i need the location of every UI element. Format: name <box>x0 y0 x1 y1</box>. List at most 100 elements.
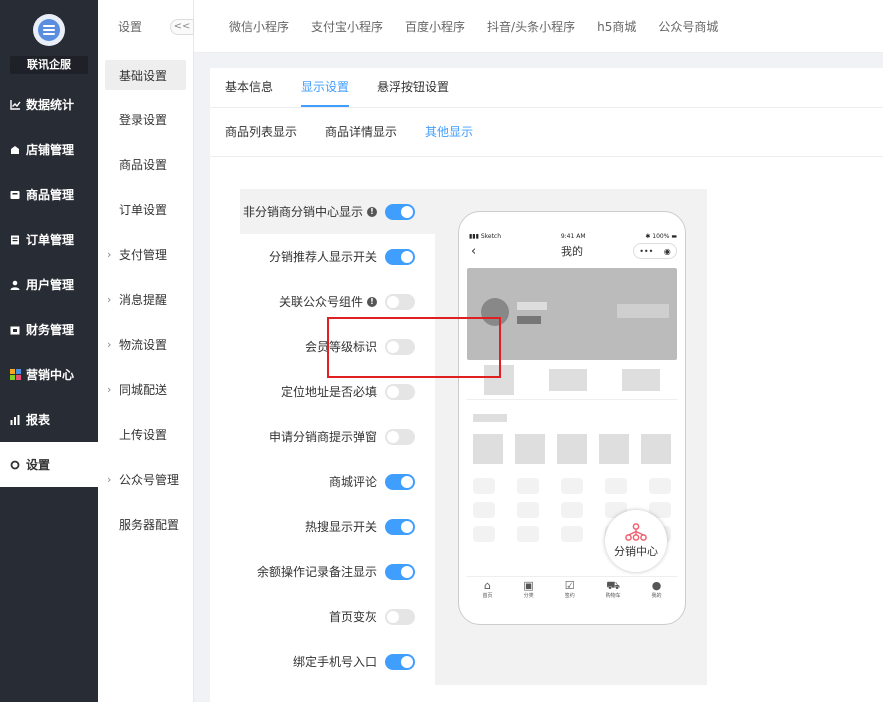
nav-item-reports[interactable]: 报表 <box>0 397 98 442</box>
toggle-switch[interactable] <box>385 383 415 400</box>
subnav-item-messages[interactable]: › 消息提醒 <box>98 277 193 322</box>
nav-item-users[interactable]: 用户管理 <box>0 262 98 307</box>
nav-label: 营销中心 <box>26 368 75 382</box>
tab-alipay-miniprogram[interactable]: 支付宝小程序 <box>311 18 383 35</box>
main-panel: 基本信息 显示设置 悬浮按钮设置 商品列表显示 商品详情显示 其他显示 非分销商… <box>210 68 883 702</box>
toggle-switch[interactable] <box>385 248 415 265</box>
setting-row: 热搜显示开关 <box>240 504 435 549</box>
phone-header: ‹ 我的 ••• ◉ <box>459 240 685 262</box>
toggle-switch[interactable] <box>385 653 415 670</box>
tabbar-cart[interactable]: ⛟ 购物车 <box>606 577 621 606</box>
goods-icon <box>9 189 21 201</box>
subnav-item-official-account[interactable]: › 公众号管理 <box>98 457 193 502</box>
tabbar-sign[interactable]: ☑ 签约 <box>565 577 575 606</box>
nav-item-orders[interactable]: 订单管理 <box>0 217 98 262</box>
placeholder-block <box>473 434 503 464</box>
setting-row: 商城评论 <box>240 459 435 504</box>
checkbox-icon: ☑ <box>564 579 575 592</box>
subnav-label: 物流设置 <box>119 338 168 352</box>
nav-label: 设置 <box>26 458 51 472</box>
distribution-center-float-button[interactable]: 分销中心 <box>605 510 667 572</box>
info-icon[interactable]: ! <box>367 296 377 307</box>
tab-douyin-miniprogram[interactable]: 抖音/头条小程序 <box>487 18 575 35</box>
nav-label: 店铺管理 <box>26 143 75 157</box>
subnav-header: 设置 << <box>98 0 194 52</box>
subnav-label: 上传设置 <box>119 428 168 442</box>
subnav-item-orders[interactable]: 订单设置 <box>98 187 193 232</box>
subnav-label: 公众号管理 <box>119 473 180 487</box>
placeholder-dot <box>517 478 539 494</box>
tab-baidu-miniprogram[interactable]: 百度小程序 <box>405 18 465 35</box>
nav-item-goods[interactable]: 商品管理 <box>0 172 98 217</box>
placeholder-dot <box>605 478 627 494</box>
tab-float-button-settings[interactable]: 悬浮按钮设置 <box>377 67 449 107</box>
setting-row: 余额操作记录备注显示 <box>240 549 435 594</box>
toggle-switch[interactable] <box>385 608 415 625</box>
setting-label: 热搜显示开关 <box>304 520 377 534</box>
tab-basic-info[interactable]: 基本信息 <box>225 67 273 107</box>
target-icon: ◉ <box>663 246 671 256</box>
platform-tabs: 微信小程序 支付宝小程序 百度小程序 抖音/头条小程序 h5商城 公众号商城 <box>194 0 883 53</box>
tab-display-settings[interactable]: 显示设置 <box>301 67 350 107</box>
setting-label: 申请分销商提示弹窗 <box>268 430 377 444</box>
nav-item-store[interactable]: 店铺管理 <box>0 127 98 172</box>
category-icon: ▣ <box>523 579 534 592</box>
nav-item-data-stats[interactable]: 数据统计 <box>0 82 98 127</box>
toggle-switch[interactable] <box>385 293 415 310</box>
user-icon <box>9 279 21 291</box>
setting-label: 定位地址是否必填 <box>280 385 377 399</box>
placeholder-block <box>641 434 671 464</box>
info-icon[interactable]: ! <box>367 206 377 217</box>
subnav-item-payment[interactable]: › 支付管理 <box>98 232 193 277</box>
nav-item-marketing[interactable]: 营销中心 <box>0 352 98 397</box>
tabbar-category[interactable]: ▣ 分类 <box>523 577 533 606</box>
button-placeholder <box>617 304 669 318</box>
status-time: 9:41 AM <box>560 233 586 240</box>
tab-product-list-display[interactable]: 商品列表显示 <box>225 108 297 157</box>
main-sidebar: 联讯企服 数据统计 店铺管理 商品管理 订单管理 用户管理 财务管理 营销中心 … <box>0 0 98 702</box>
toggle-switch[interactable] <box>385 473 415 490</box>
nav-label: 用户管理 <box>26 278 75 292</box>
subnav-item-upload[interactable]: 上传设置 <box>98 412 193 457</box>
subnav-item-server[interactable]: 服务器配置 <box>98 502 193 547</box>
subnav-item-basic[interactable]: 基础设置 <box>105 60 186 90</box>
chevron-right-icon: › <box>107 473 112 486</box>
placeholder-block <box>548 368 587 391</box>
tab-wechat-miniprogram[interactable]: 微信小程序 <box>229 18 289 35</box>
tab-other-display[interactable]: 其他显示 <box>425 108 473 157</box>
setting-row: 绑定手机号入口 <box>240 639 435 684</box>
phone-status-bar: ▮▮▮ Sketch 9:41 AM ✱ 100% ▬ <box>459 212 685 240</box>
tab-product-detail-display[interactable]: 商品详情显示 <box>325 108 397 157</box>
tabbar-mine[interactable]: ● 我的 <box>652 577 662 606</box>
toggle-switch[interactable] <box>385 203 415 220</box>
placeholder-block <box>557 434 587 464</box>
battery-label: 100% <box>652 233 670 240</box>
tab-h5-mall[interactable]: h5商城 <box>597 18 636 35</box>
tabbar-label: 首页 <box>482 593 493 599</box>
subnav-item-goods[interactable]: 商品设置 <box>98 142 193 187</box>
placeholder-dot <box>561 502 583 518</box>
setting-row: 首页变灰 <box>240 594 435 639</box>
placeholder-grid <box>473 434 671 464</box>
brand-name: 联讯企服 <box>10 56 88 74</box>
nav-label: 报表 <box>26 413 51 427</box>
subnav-item-delivery[interactable]: › 同城配送 <box>98 367 193 412</box>
tabbar-label: 我的 <box>651 593 662 599</box>
tabbar-home[interactable]: ⌂ 首页 <box>482 577 492 606</box>
battery-indicator: ✱ 100% ▬ <box>645 233 677 240</box>
toggle-switch[interactable] <box>385 428 415 445</box>
settings-icon <box>9 459 21 471</box>
subnav-item-logistics[interactable]: › 物流设置 <box>98 322 193 367</box>
toggle-switch[interactable] <box>385 563 415 580</box>
more-icon: ••• <box>639 246 654 256</box>
toggle-switch[interactable] <box>385 518 415 535</box>
phone-tabbar: ⌂ 首页 ▣ 分类 ☑ 签约 ⛟ 购物车 ● 我的 <box>467 576 677 606</box>
settings-area: 非分销商分销中心显示! 分销推荐人显示开关 关联公众号组件! 会员等级标识 定位… <box>240 189 707 685</box>
subnav-label: 订单设置 <box>119 203 168 217</box>
subnav-item-login[interactable]: 登录设置 <box>98 97 193 142</box>
collapse-button[interactable]: << <box>170 19 194 35</box>
chevron-right-icon: › <box>107 338 112 351</box>
tab-official-account-mall[interactable]: 公众号商城 <box>658 18 718 35</box>
nav-item-settings[interactable]: 设置 <box>0 442 98 487</box>
nav-item-finance[interactable]: 财务管理 <box>0 307 98 352</box>
